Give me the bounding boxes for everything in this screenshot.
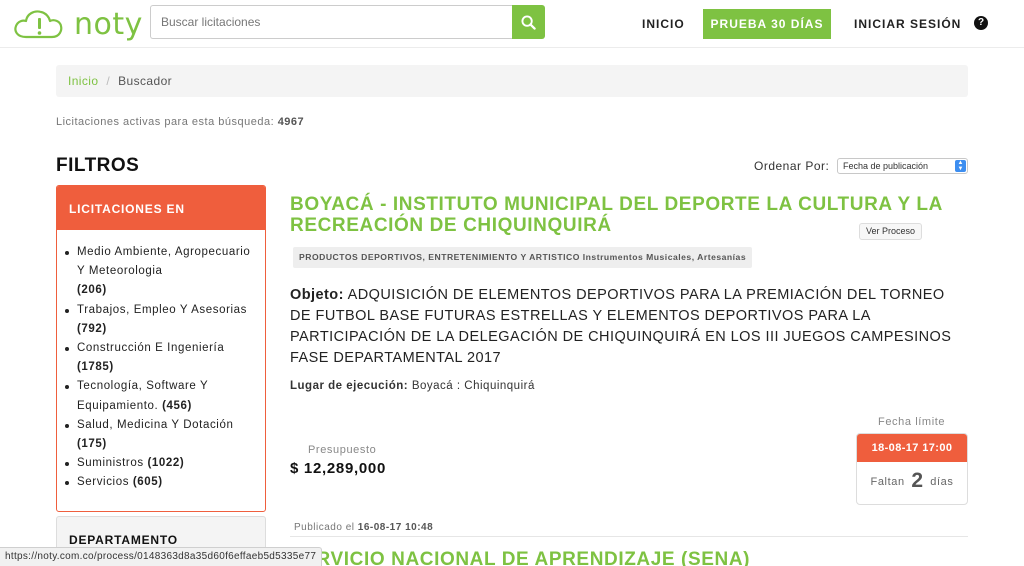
budget-value: $ 12,289,000: [290, 460, 386, 477]
filter-panel-licitaciones: LICITACIONES EN Medio Ambiente, Agropecu…: [56, 185, 266, 512]
order-select[interactable]: Fecha de publicación ▲ ▼: [837, 158, 968, 174]
top-header: noty INICIO PRUEBA 30 DÍAS INICIAR SESIÓ…: [0, 0, 1024, 48]
filter-panel-departamento-title: DEPARTAMENTO: [69, 533, 178, 547]
remaining-prefix: Faltan: [870, 476, 905, 488]
order-selected-value: Fecha de publicación: [843, 161, 929, 171]
filter-item-salud[interactable]: Salud, Medicina Y Dotación (175): [65, 416, 257, 454]
cloud-alert-icon: [14, 10, 63, 39]
result-lugar: Lugar de ejecución: Boyacá : Chiquinquir…: [290, 380, 535, 392]
deadline-date: 18-08-17 17:00: [857, 434, 967, 462]
nav-inicio-link[interactable]: INICIO: [642, 17, 685, 31]
remaining-days: Faltan 2 días: [857, 462, 967, 493]
search-bar: [150, 5, 545, 39]
order-label: Ordenar Por:: [754, 159, 830, 173]
search-input[interactable]: [150, 5, 512, 39]
filters-title: FILTROS: [56, 155, 140, 176]
budget-label: Presupuesto: [308, 444, 377, 456]
select-arrows-icon: ▲ ▼: [955, 160, 966, 172]
published-label: Publicado el: [294, 522, 355, 533]
filter-item-servicios[interactable]: Servicios (605): [65, 473, 257, 492]
category-tag: PRODUCTOS DEPORTIVOS, ENTRETENIMIENTO Y …: [293, 247, 753, 268]
objeto-text: ADQUISICIÓN DE ELEMENTOS DEPORTIVOS PARA…: [290, 287, 952, 366]
trial-30-days-button[interactable]: PRUEBA 30 DÍAS: [703, 9, 831, 39]
search-icon: [521, 14, 536, 30]
published-date: Publicado el 16-08-17 10:48: [294, 522, 433, 533]
breadcrumb-current: Buscador: [118, 74, 173, 88]
lugar-value: Boyacá : Chiquinquirá: [411, 380, 535, 392]
filter-item-tecnologia[interactable]: Tecnología, Software Y Equipamiento. (45…: [65, 377, 257, 415]
remaining-suffix: días: [930, 476, 954, 488]
objeto-label: Objeto:: [290, 287, 344, 303]
active-count-label: Licitaciones activas para esta búsqueda:: [56, 116, 275, 128]
deadline-label: Fecha límite: [878, 416, 946, 428]
filter-item-suministros[interactable]: Suministros (1022): [65, 454, 257, 473]
breadcrumb: Inicio / Buscador: [56, 65, 968, 97]
next-result-title-link[interactable]: SERVICIO NACIONAL DE APRENDIZAJE (SENA): [290, 549, 750, 566]
filter-panel-title: LICITACIONES EN: [57, 186, 265, 230]
filter-item-construccion[interactable]: Construcción E Ingeniería (1785): [65, 339, 257, 377]
login-link[interactable]: INICIAR SESIÓN: [854, 17, 961, 31]
filter-item-medio-ambiente[interactable]: Medio Ambiente, Agropecuario Y Meteorolo…: [65, 243, 257, 301]
browser-status-url: https://noty.com.co/process/0148363d8a35…: [0, 547, 323, 566]
filter-item-trabajos[interactable]: Trabajos, Empleo Y Asesorias (792): [65, 301, 257, 339]
result-divider: [290, 536, 968, 537]
logo-text: noty: [74, 7, 143, 42]
active-count-text: Licitaciones activas para esta búsqueda:…: [56, 116, 304, 128]
help-icon[interactable]: ?: [974, 16, 988, 30]
ver-proceso-button[interactable]: Ver Proceso: [859, 223, 922, 240]
search-button[interactable]: [512, 5, 545, 39]
deadline-box: 18-08-17 17:00 Faltan 2 días: [856, 433, 968, 505]
active-count-value: 4967: [277, 116, 305, 128]
published-value: 16-08-17 10:48: [357, 522, 434, 533]
filter-list: Medio Ambiente, Agropecuario Y Meteorolo…: [57, 230, 265, 493]
noty-logo[interactable]: noty: [12, 6, 142, 42]
remaining-number: 2: [911, 469, 924, 492]
breadcrumb-separator: /: [106, 74, 111, 88]
breadcrumb-home-link[interactable]: Inicio: [68, 74, 98, 88]
result-objeto: Objeto: ADQUISICIÓN DE ELEMENTOS DEPORTI…: [290, 285, 970, 369]
lugar-label: Lugar de ejecución:: [290, 380, 409, 392]
